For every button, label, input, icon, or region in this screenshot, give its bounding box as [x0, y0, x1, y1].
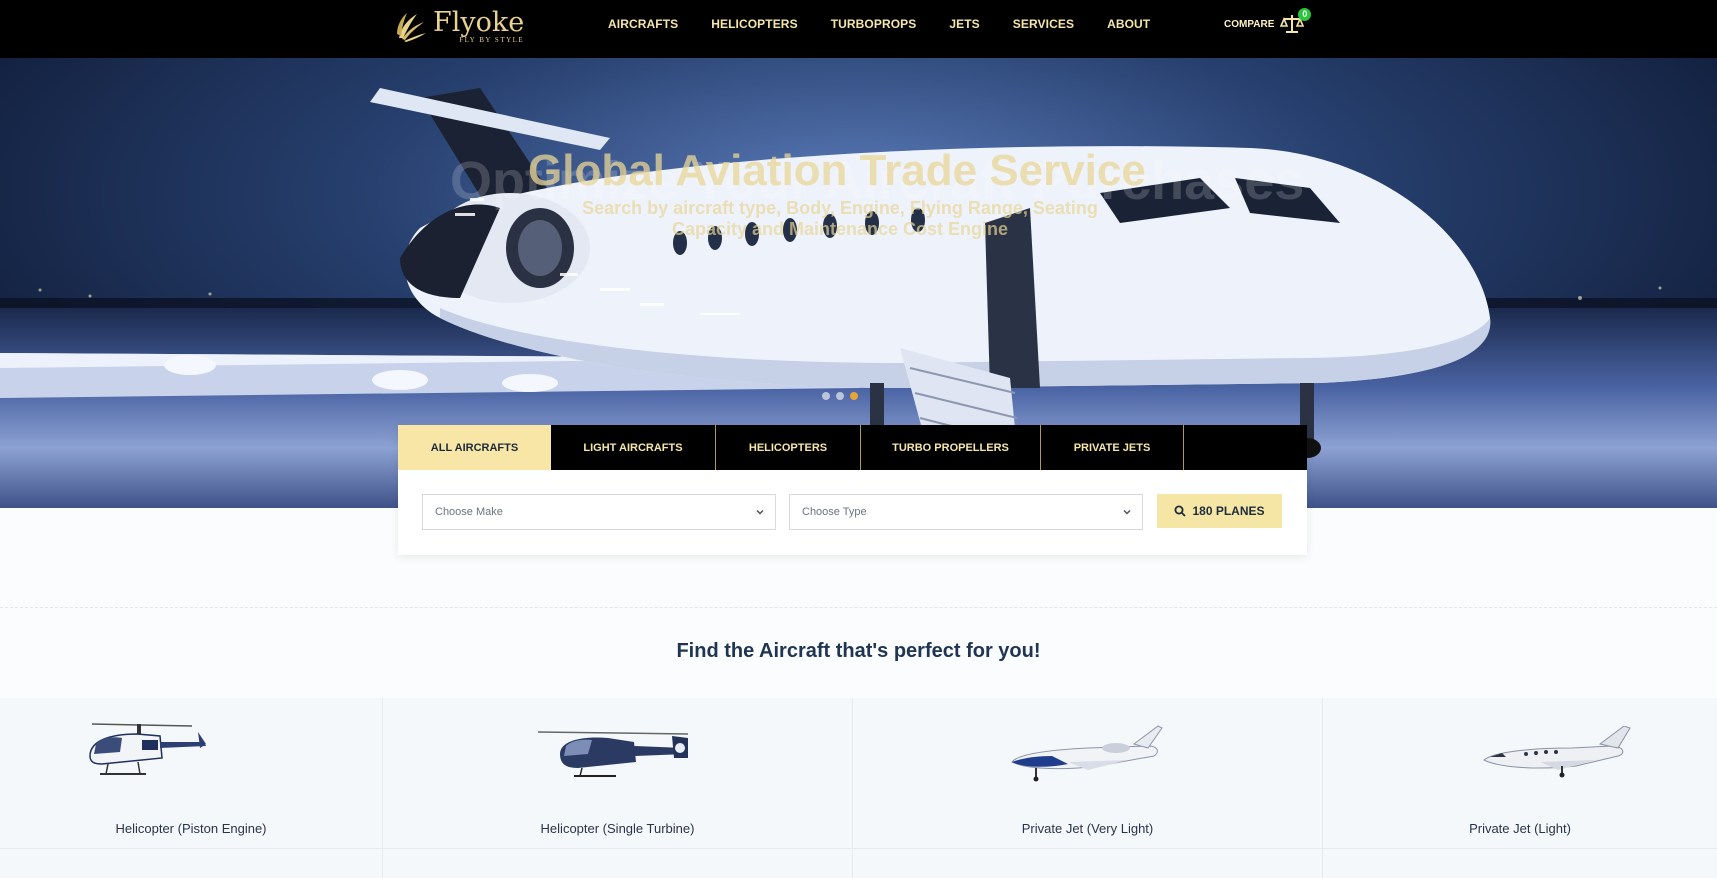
brand-leaf-icon: [397, 13, 426, 42]
aircraft-category-grid: Helicopter (Piston Engine) Helicopter (S…: [0, 698, 1717, 878]
aircraft-search-panel: ALL AIRCRAFTS LIGHT AIRCRAFTS HELICOPTER…: [398, 425, 1307, 555]
category-card-jet-very-light[interactable]: Private Jet (Very Light): [853, 698, 1323, 848]
compare-label: COMPARE: [1224, 18, 1275, 30]
hero-subtitle: Search by aircraft type, Body, Engine, F…: [582, 198, 1098, 239]
tab-private-jets[interactable]: PRIVATE JETS: [1041, 425, 1184, 470]
category-label: Helicopter (Single Turbine): [540, 821, 695, 836]
brand-name: Flyoke: [433, 6, 525, 38]
brand-tagline: FLY BY STYLE: [459, 35, 525, 44]
section-title: Find the Aircraft that's perfect for you…: [676, 640, 1041, 662]
helicopter-turbine-image: [538, 731, 689, 777]
search-planes-button[interactable]: 180 PLANES: [1157, 494, 1282, 528]
category-card-row2[interactable]: [0, 849, 383, 878]
nav-item-helicopters[interactable]: HELICOPTERS: [711, 17, 797, 31]
category-card-row2[interactable]: [1323, 849, 1717, 878]
compare-count-badge: 0: [1298, 8, 1312, 21]
tab-light-aircrafts[interactable]: LIGHT AIRCRAFTS: [551, 425, 716, 470]
tab-turbo-propellers[interactable]: TURBO PROPELLERS: [861, 425, 1041, 470]
tab-all-aircrafts[interactable]: ALL AIRCRAFTS: [398, 425, 551, 470]
category-label: Private Jet (Light): [1469, 821, 1571, 836]
search-tabs: ALL AIRCRAFTS LIGHT AIRCRAFTS HELICOPTER…: [398, 425, 1307, 470]
jet-light-image: [1483, 726, 1631, 778]
section-divider: [0, 607, 1717, 608]
scale-icon: 0: [1280, 8, 1312, 36]
carousel-dot[interactable]: [836, 392, 844, 400]
tab-helicopters[interactable]: HELICOPTERS: [716, 425, 861, 470]
carousel-dot[interactable]: [822, 392, 830, 400]
category-label: Private Jet (Very Light): [1021, 821, 1154, 836]
carousel-dots: [822, 392, 858, 400]
category-card-jet-light[interactable]: Private Jet (Light): [1323, 698, 1717, 848]
make-select-value: Choose Make: [435, 506, 503, 518]
jet-very-light-image: [1011, 725, 1163, 782]
compare-button[interactable]: COMPARE 0: [1224, 8, 1312, 40]
nav-item-turboprops[interactable]: TURBOPROPS: [831, 17, 917, 31]
category-label: Helicopter (Piston Engine): [115, 821, 267, 836]
category-card-row2[interactable]: [853, 849, 1323, 878]
nav-item-about[interactable]: ABOUT: [1107, 17, 1150, 31]
nav-item-jets[interactable]: JETS: [949, 17, 979, 31]
main-nav: AIRCRAFTS HELICOPTERS TURBOPROPS JETS SE…: [608, 0, 1150, 48]
make-select[interactable]: Choose Make: [422, 494, 776, 530]
top-navbar: Flyoke FLY BY STYLE AIRCRAFTS HELICOPTER…: [0, 0, 1717, 58]
search-icon: [1174, 505, 1187, 517]
chevron-down-icon: [1123, 509, 1131, 515]
carousel-dot-active[interactable]: [850, 392, 858, 400]
chevron-down-icon: [756, 509, 764, 515]
brand-logo[interactable]: Flyoke FLY BY STYLE: [393, 6, 533, 46]
search-button-label: 180 PLANES: [1192, 504, 1265, 518]
type-select-value: Choose Type: [802, 506, 867, 518]
search-controls: Choose Make Choose Type 180 PLANES: [422, 494, 1282, 530]
category-card-row2[interactable]: [383, 849, 853, 878]
category-card-helicopter-turbine[interactable]: Helicopter (Single Turbine): [383, 698, 853, 848]
nav-item-services[interactable]: SERVICES: [1013, 17, 1074, 31]
hero-title: Global Aviation Trade Service: [528, 146, 1146, 195]
type-select[interactable]: Choose Type: [789, 494, 1143, 530]
nav-item-aircrafts[interactable]: AIRCRAFTS: [608, 17, 678, 31]
category-card-helicopter-piston[interactable]: Helicopter (Piston Engine): [0, 698, 383, 848]
helicopter-piston-image: [89, 723, 206, 775]
